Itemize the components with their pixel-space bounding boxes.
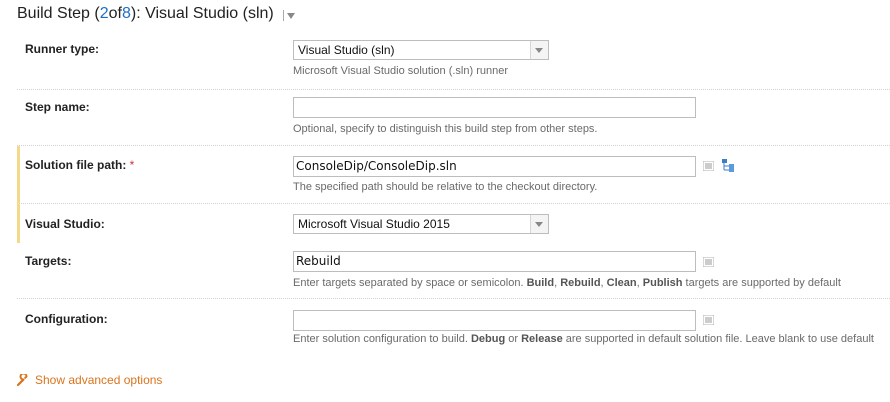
step-name-row: Step name: Optional, specify to distingu… [17,90,890,146]
configuration-hint-tail: are supported in default solution file. … [562,333,874,345]
list-icon[interactable] [703,161,714,171]
configuration-row: Configuration: Enter solution configurat… [17,299,890,355]
solution-path-label: Solution file path: * [25,158,134,172]
configuration-label: Configuration: [25,312,108,326]
solution-path-label-text: Solution file path: [25,158,127,172]
configuration-hint-text: Enter solution configuration to build. [293,333,471,345]
title-of: of [108,5,122,22]
page-title: Build Step (2 of 8): Visual Studio (sln) [17,2,295,26]
solution-path-input[interactable]: ConsoleDip/ConsoleDip.sln [293,156,696,177]
configuration-input[interactable] [293,310,696,331]
runner-type-select[interactable]: Visual Studio (sln) [293,40,549,60]
runner-type-label: Runner type: [25,42,100,56]
steps-dropdown-icon[interactable] [286,13,295,19]
targets-hint-text: Enter targets separated by space or semi… [293,277,527,289]
title-prefix: Build Step ( [17,5,100,22]
runner-type-row: Runner type: Visual Studio (sln) Microso… [17,33,890,90]
chevron-down-icon[interactable] [530,215,548,233]
targets-label: Targets: [25,254,72,268]
list-icon[interactable] [703,257,714,267]
solution-path-hint: The specified path should be relative to… [293,181,598,193]
visual-studio-label: Visual Studio: [25,217,105,231]
solution-path-row: Solution file path: * ConsoleDip/Console… [17,146,890,204]
runner-type-hint: Microsoft Visual Studio solution (.sln) … [293,65,509,77]
show-advanced-options-link[interactable]: Show advanced options [17,372,162,388]
visual-studio-value: Microsoft Visual Studio 2015 [298,217,450,231]
targets-hint-build: Build [526,277,555,289]
configuration-hint: Enter solution configuration to build. D… [293,333,874,345]
step-name-label: Step name: [25,100,90,114]
targets-hint-rebuild: Rebuild [560,277,601,289]
configuration-hint-release: Release [521,333,563,345]
list-icon[interactable] [703,315,714,325]
step-current-link[interactable]: 2 [100,5,109,23]
chevron-down-icon[interactable] [530,41,548,59]
show-advanced-options-label: Show advanced options [35,373,163,387]
configuration-hint-or: or [505,333,522,345]
step-name-input[interactable] [293,97,696,118]
targets-hint-tail: targets are supported by default [682,277,841,289]
build-step-page: Build Step (2 of 8): Visual Studio (sln)… [0,0,890,402]
wrench-icon [17,374,28,386]
runner-type-value: Visual Studio (sln) [298,43,395,57]
step-name-hint: Optional, specify to distinguish this bu… [293,123,598,135]
required-mark: * [129,158,135,172]
targets-hint-clean: Clean [606,277,637,289]
targets-row: Targets: Rebuild Enter targets separated… [17,243,890,299]
title-separator [282,10,284,21]
step-total-link[interactable]: 8 [122,5,131,23]
targets-hint: Enter targets separated by space or semi… [293,277,841,289]
visual-studio-row: Visual Studio: Microsoft Visual Studio 2… [17,204,890,243]
targets-hint-publish: Publish [642,277,683,289]
file-tree-icon[interactable] [722,159,735,172]
targets-input[interactable]: Rebuild [293,251,696,272]
title-suffix: ): Visual Studio (sln) [130,5,274,22]
visual-studio-select[interactable]: Microsoft Visual Studio 2015 [293,214,549,234]
configuration-hint-debug: Debug [470,333,506,345]
